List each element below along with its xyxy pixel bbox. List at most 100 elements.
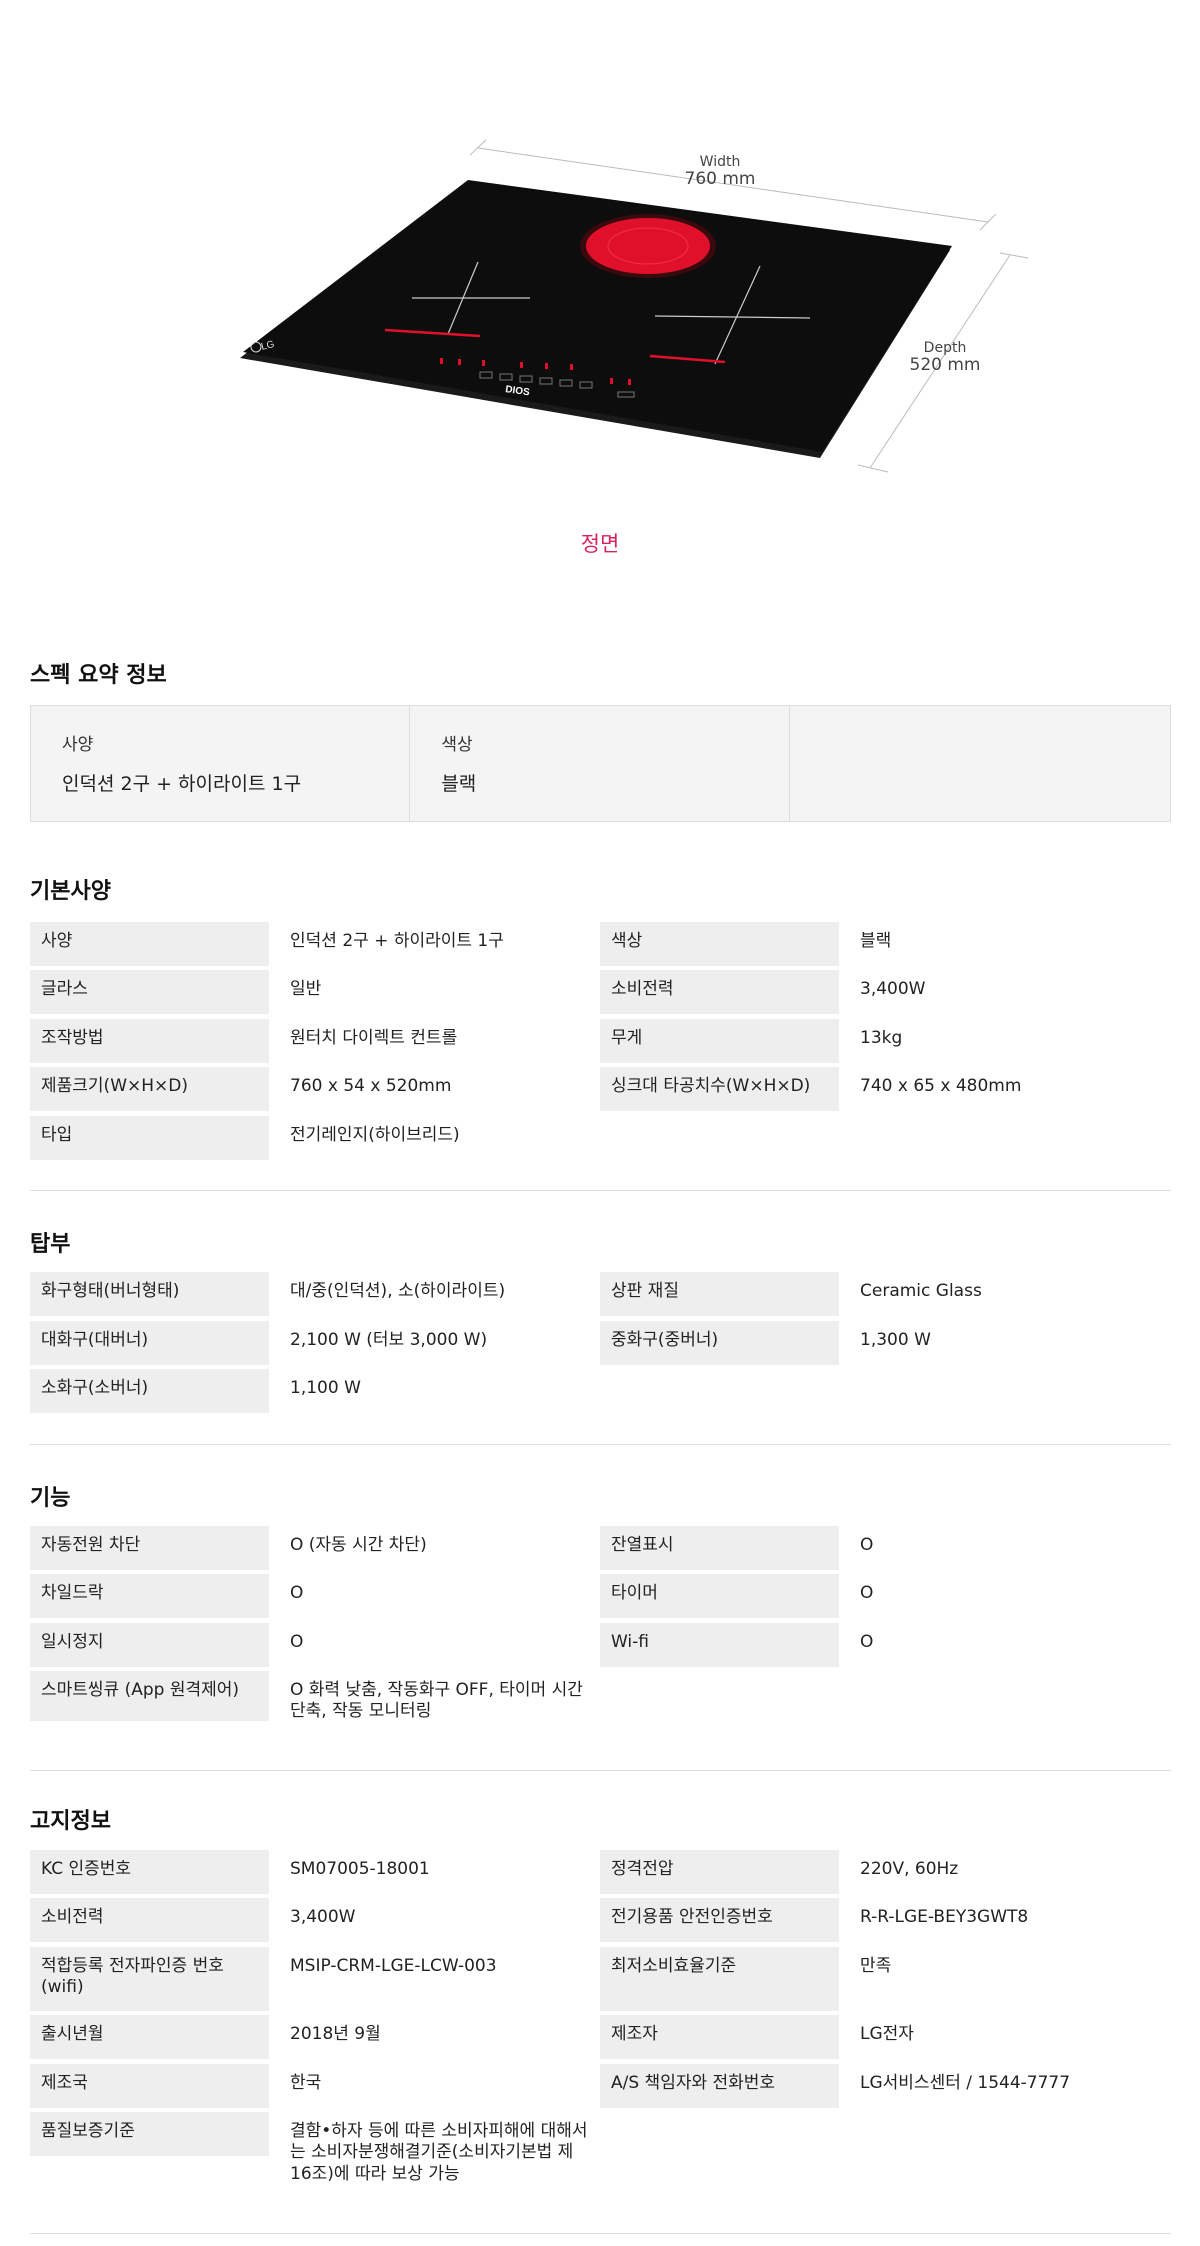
spec-key: 제조국	[30, 2064, 269, 2108]
spec-item: 타이머 O	[600, 1574, 1170, 1618]
cooktop-illustration: LG DIOS	[240, 139, 1029, 473]
spec-value: 3,400W	[290, 1907, 356, 1927]
spec-value: 일반	[290, 979, 322, 999]
spec-key: 품질보증기준	[30, 2112, 269, 2156]
spec-key: 상판 재질	[600, 1272, 839, 1316]
spec-item: 제조국 한국	[30, 2064, 600, 2108]
spec-item: 스마트씽큐 (App 원격제어) O 화력 낮춤, 작동화구 OFF, 타이머 시…	[30, 1671, 600, 1721]
summary-label: 색상	[441, 735, 473, 755]
spec-row: 일시정지 O Wi-fi O	[30, 1623, 1171, 1667]
product-image-area: LG DIOS Width 760 mm Depth 520 mm 정면	[0, 0, 1200, 600]
depth-label: Depth	[923, 340, 967, 356]
spec-row: 글라스 일반 소비전력 3,400W	[30, 970, 1171, 1014]
spec-item: 품질보증기준 결함•하자 등에 따른 소비자피해에 대해서는 소비자분쟁해결기준(…	[30, 2112, 600, 2184]
spec-item: 상판 재질 Ceramic Glass	[600, 1272, 1170, 1316]
spec-item: 자동전원 차단 O (자동 시간 차단)	[30, 1526, 600, 1570]
summary-value: 블랙	[441, 773, 477, 795]
spec-row: 사양 인덕션 2구 + 하이라이트 1구 색상 블랙	[30, 922, 1171, 966]
spec-key: 소비전력	[600, 970, 839, 1014]
spec-row: 제조국 한국 A/S 책임자와 전화번호 LG서비스센터 / 1544-7777	[30, 2064, 1171, 2108]
summary-cell-empty	[790, 706, 1170, 821]
spec-key: 차일드락	[30, 1574, 269, 1618]
spec-row: 조작방법 원터치 다이렉트 컨트롤 무게 13kg	[30, 1019, 1171, 1063]
spec-row: 자동전원 차단 O (자동 시간 차단) 잔열표시 O	[30, 1526, 1171, 1570]
spec-key: 잔열표시	[600, 1526, 839, 1570]
spec-item: 정격전압 220V, 60Hz	[600, 1850, 1170, 1894]
spec-item: 소비전력 3,400W	[30, 1898, 600, 1942]
spec-value: O 화력 낮춤, 작동화구 OFF, 타이머 시간 단축, 작동 모니터링	[290, 1680, 583, 1722]
spec-value: LG전자	[860, 2024, 914, 2044]
spec-key: 제품크기(W×H×D)	[30, 1067, 269, 1111]
spec-item: 잔열표시 O	[600, 1526, 1170, 1570]
spec-value: LG서비스센터 / 1544-7777	[860, 2073, 1071, 2093]
spec-row: 품질보증기준 결함•하자 등에 따른 소비자피해에 대해서는 소비자분쟁해결기준(…	[30, 2112, 1171, 2184]
spec-key: 제조자	[600, 2015, 839, 2059]
summary-value: 인덕션 2구 + 하이라이트 1구	[62, 773, 302, 795]
spec-key: 타입	[30, 1116, 269, 1160]
spec-key: 최저소비효율기준	[600, 1947, 839, 2011]
spec-item: 소비전력 3,400W	[600, 970, 1170, 1014]
spec-key: 화구형태(버너형태)	[30, 1272, 269, 1316]
section-divider	[30, 1770, 1171, 1771]
section-divider	[30, 1444, 1171, 1445]
spec-item: 싱크대 타공치수(W×H×D) 740 x 65 x 480mm	[600, 1067, 1170, 1111]
section-title: 고지정보	[30, 1809, 111, 1834]
spec-row: 스마트씽큐 (App 원격제어) O 화력 낮춤, 작동화구 OFF, 타이머 시…	[30, 1671, 1171, 1721]
spec-item: 일시정지 O	[30, 1623, 600, 1667]
section-divider	[30, 1190, 1171, 1191]
spec-item: 제조자 LG전자	[600, 2015, 1170, 2059]
spec-key: 일시정지	[30, 1623, 269, 1667]
spec-value: O	[860, 1535, 874, 1555]
spec-value: 블랙	[860, 931, 892, 951]
spec-item: 대화구(대버너) 2,100 W (터보 3,000 W)	[30, 1321, 600, 1365]
spec-value: O	[860, 1632, 874, 1652]
spec-value: 13kg	[860, 1028, 903, 1048]
summary-label: 사양	[62, 735, 94, 755]
spec-key: 타이머	[600, 1574, 839, 1618]
spec-value: SM07005-18001	[290, 1859, 430, 1879]
spec-item: 색상 블랙	[600, 922, 1170, 966]
spec-key: 출시년월	[30, 2015, 269, 2059]
spec-value: O	[290, 1632, 304, 1652]
spec-key: 스마트씽큐 (App 원격제어)	[30, 1671, 269, 1721]
spec-item: A/S 책임자와 전화번호 LG서비스센터 / 1544-7777	[600, 2064, 1170, 2108]
spec-value: 1,100 W	[290, 1378, 361, 1398]
spec-value: 대/중(인덕션), 소(하이라이트)	[290, 1281, 506, 1301]
spec-key: 사양	[30, 922, 269, 966]
spec-key: 무게	[600, 1019, 839, 1063]
spec-value: O (자동 시간 차단)	[290, 1535, 427, 1555]
spec-value: 220V, 60Hz	[860, 1859, 959, 1879]
spec-key: 정격전압	[600, 1850, 839, 1894]
width-label: Width	[699, 154, 741, 170]
spec-row: 제품크기(W×H×D) 760 x 54 x 520mm 싱크대 타공치수(W×H×…	[30, 1067, 1171, 1111]
spec-value: R-R-LGE-BEY3GWT8	[860, 1907, 1029, 1927]
spec-value: 760 x 54 x 520mm	[290, 1076, 452, 1096]
spec-value: 한국	[290, 2073, 322, 2093]
spec-item: 소화구(소버너) 1,100 W	[30, 1369, 600, 1413]
section-title: 탑부	[30, 1232, 71, 1257]
spec-row: 타입 전기레인지(하이브리드)	[30, 1116, 1171, 1160]
section-title: 기능	[30, 1486, 71, 1511]
spec-row: 소화구(소버너) 1,100 W	[30, 1369, 1171, 1413]
section-title: 기본사양	[30, 879, 111, 904]
spec-item: 조작방법 원터치 다이렉트 컨트롤	[30, 1019, 600, 1063]
spec-row: 차일드락 O 타이머 O	[30, 1574, 1171, 1618]
spec-value: 결함•하자 등에 따른 소비자피해에 대해서는 소비자분쟁해결기준(소비자기본법…	[290, 2121, 588, 2184]
spec-value: 3,400W	[860, 979, 926, 999]
spec-item: 적합등록 전자파인증 번호 (wifi) MSIP-CRM-LGE-LCW-003	[30, 1947, 600, 2011]
spec-row: 적합등록 전자파인증 번호 (wifi) MSIP-CRM-LGE-LCW-003…	[30, 1947, 1171, 2011]
spec-value: Ceramic Glass	[860, 1281, 982, 1301]
spec-item: 화구형태(버너형태) 대/중(인덕션), 소(하이라이트)	[30, 1272, 600, 1316]
spec-row: 출시년월 2018년 9월 제조자 LG전자	[30, 2015, 1171, 2059]
cooktop-glass	[243, 180, 952, 452]
summary-box: 사양 인덕션 2구 + 하이라이트 1구 색상 블랙	[30, 705, 1171, 822]
spec-key: 적합등록 전자파인증 번호 (wifi)	[30, 1947, 269, 2011]
spec-value: 인덕션 2구 + 하이라이트 1구	[290, 931, 504, 951]
spec-value: 전기레인지(하이브리드)	[290, 1125, 460, 1145]
spec-key: A/S 책임자와 전화번호	[600, 2064, 839, 2108]
spec-key: 소화구(소버너)	[30, 1369, 269, 1413]
spec-key: 싱크대 타공치수(W×H×D)	[600, 1067, 839, 1111]
spec-item: 차일드락 O	[30, 1574, 600, 1618]
spec-item: 사양 인덕션 2구 + 하이라이트 1구	[30, 922, 600, 966]
hilight-burner	[586, 218, 710, 274]
